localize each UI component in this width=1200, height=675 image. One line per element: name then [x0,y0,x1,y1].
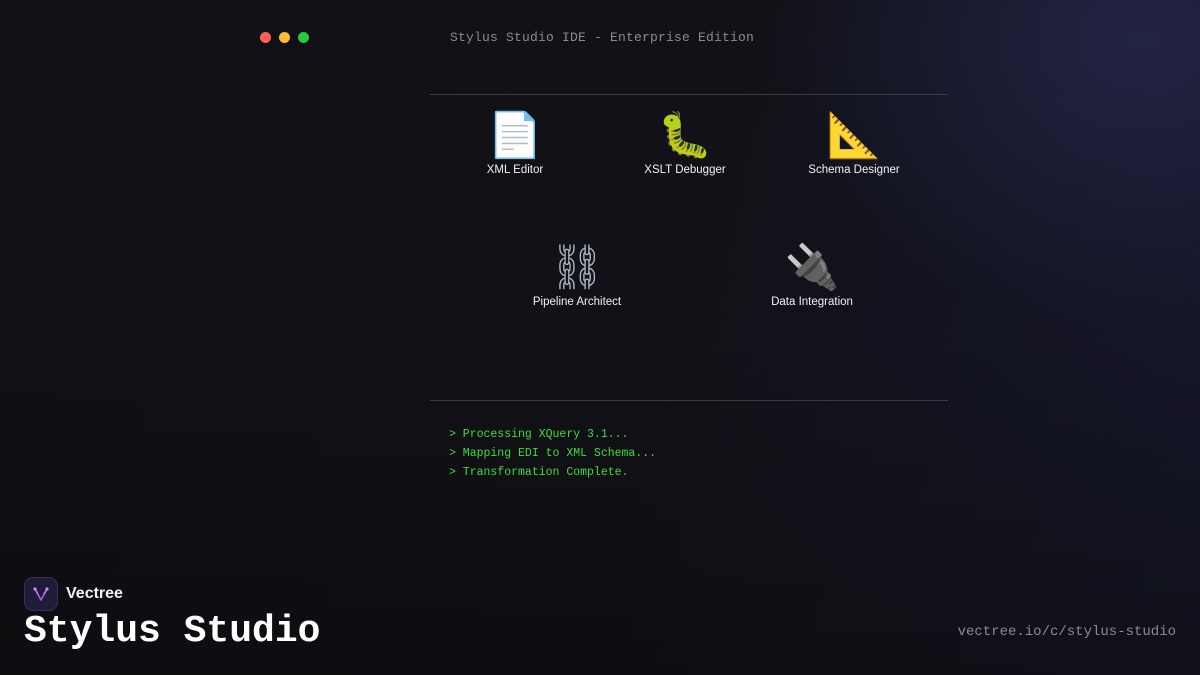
minimize-window-button[interactable] [279,32,290,43]
console-line: > Transformation Complete. [449,466,629,479]
product-url[interactable]: vectree.io/c/stylus-studio [958,624,1176,640]
product-title: Stylus Studio [24,610,321,653]
bug-icon: 🐛 [657,110,713,161]
data-integration-launcher[interactable]: 🔌 Data Integration [732,242,892,308]
console-output: > Processing XQuery 3.1... > Mapping EDI… [449,425,656,482]
vectree-logo-icon [24,577,58,611]
brand: Vectree [24,577,123,611]
background [0,0,1200,675]
maximize-window-button[interactable] [298,32,309,43]
electric-plug-icon: 🔌 [784,242,840,293]
data-integration-label: Data Integration [771,296,853,308]
console-line: > Mapping EDI to XML Schema... [449,447,657,460]
xslt-debugger-launcher[interactable]: 🐛 XSLT Debugger [605,110,765,176]
bottom-divider [430,400,948,401]
xml-editor-label: XML Editor [486,164,544,176]
top-divider [430,94,948,95]
close-window-button[interactable] [260,32,271,43]
triangle-ruler-icon: 📐 [826,110,882,161]
pipeline-architect-label: Pipeline Architect [532,296,622,308]
brand-name: Vectree [66,585,123,602]
chain-link-icon: ⛓ [549,242,605,293]
xslt-debugger-label: XSLT Debugger [644,164,726,176]
document-icon: 📄 [487,110,543,161]
pipeline-architect-launcher[interactable]: ⛓ Pipeline Architect [497,242,657,308]
window-controls [260,32,309,43]
window-title: Stylus Studio IDE - Enterprise Edition [450,30,755,45]
schema-designer-label: Schema Designer [808,164,900,176]
console-line: > Processing XQuery 3.1... [449,428,629,441]
xml-editor-launcher[interactable]: 📄 XML Editor [435,110,595,176]
schema-designer-launcher[interactable]: 📐 Schema Designer [774,110,934,176]
